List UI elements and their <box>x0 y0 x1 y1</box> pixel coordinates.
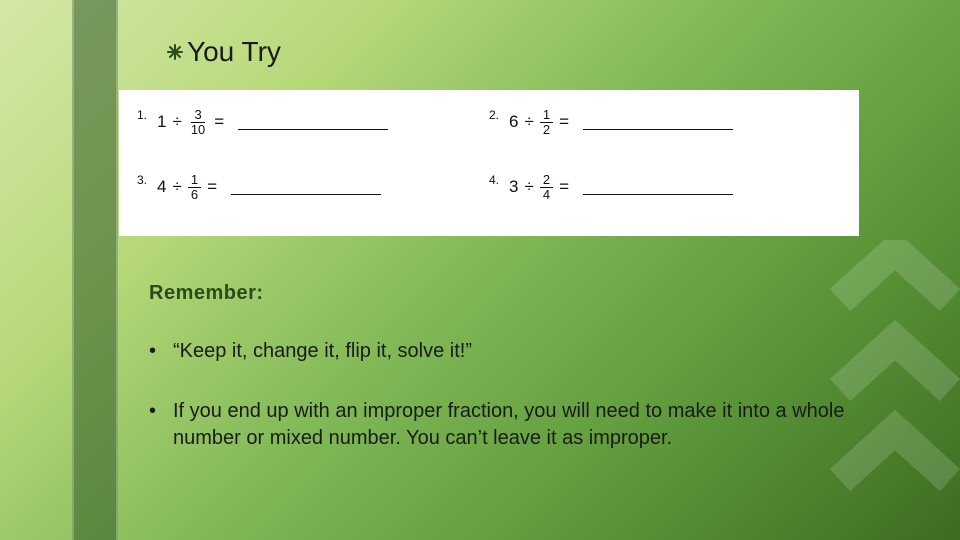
answer-blank <box>238 116 388 130</box>
bullet-text: “Keep it, change it, flip it, solve it!” <box>173 338 472 365</box>
remember-heading: Remember: <box>149 282 264 305</box>
problems-panel: 1. 1 ÷ 3 10 = 2. 6 ÷ 1 2 = <box>119 90 859 236</box>
whole-number: 4 <box>157 177 166 197</box>
problems-row-1: 1. 1 ÷ 3 10 = 2. 6 ÷ 1 2 = <box>137 100 841 165</box>
answer-blank <box>231 181 381 195</box>
whole-number: 1 <box>157 112 166 132</box>
bullet-dot-icon: • <box>149 338 173 365</box>
problem-2: 2. 6 ÷ 1 2 = <box>489 106 841 136</box>
answer-blank <box>583 181 733 195</box>
bullet-dot-icon: • <box>149 398 173 452</box>
problem-1: 1. 1 ÷ 3 10 = <box>137 106 489 136</box>
problem-4: 4. 3 ÷ 2 4 = <box>489 171 841 201</box>
divide-symbol: ÷ <box>524 112 533 132</box>
chevron-decor <box>830 240 960 520</box>
problem-3: 3. 4 ÷ 1 6 = <box>137 171 489 201</box>
asterisk-bullet-icon <box>167 44 183 60</box>
slide-title-text: You Try <box>187 36 281 68</box>
bullet-2: • If you end up with an improper fractio… <box>149 398 869 452</box>
problem-number: 3. <box>137 171 147 187</box>
whole-number: 6 <box>509 112 518 132</box>
fraction: 1 6 <box>188 173 201 201</box>
equals-symbol: = <box>559 177 569 197</box>
equals-symbol: = <box>559 112 569 132</box>
problem-number: 1. <box>137 106 147 122</box>
divide-symbol: ÷ <box>172 112 181 132</box>
divide-symbol: ÷ <box>524 177 533 197</box>
slide-title: You Try <box>167 36 281 68</box>
equals-symbol: = <box>214 112 224 132</box>
problem-number: 2. <box>489 106 499 122</box>
answer-blank <box>583 116 733 130</box>
sidebar-strip <box>72 0 118 540</box>
problem-number: 4. <box>489 171 499 187</box>
problems-row-2: 3. 4 ÷ 1 6 = 4. 3 ÷ 2 4 = <box>137 165 841 230</box>
bullet-text: If you end up with an improper fraction,… <box>173 398 869 452</box>
divide-symbol: ÷ <box>172 177 181 197</box>
fraction: 2 4 <box>540 173 553 201</box>
fraction: 3 10 <box>188 108 208 136</box>
bullet-1: • “Keep it, change it, flip it, solve it… <box>149 338 869 365</box>
whole-number: 3 <box>509 177 518 197</box>
fraction: 1 2 <box>540 108 553 136</box>
equals-symbol: = <box>207 177 217 197</box>
